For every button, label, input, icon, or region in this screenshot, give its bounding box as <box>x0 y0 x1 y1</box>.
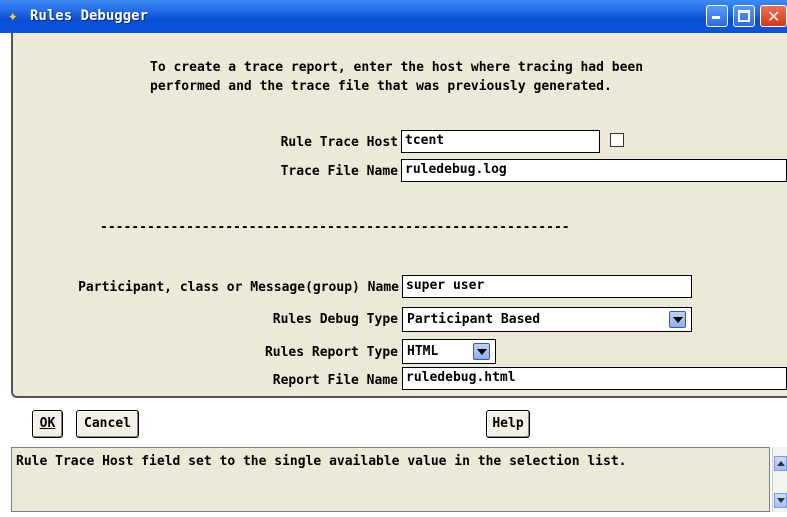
status-message: Rule Trace Host field set to the single … <box>11 447 770 512</box>
maximize-icon <box>738 10 750 22</box>
rules-report-type-label: Rules Report Type <box>264 345 398 360</box>
description: To create a trace report, enter the host… <box>150 58 770 96</box>
ok-button-label: OK <box>39 416 56 431</box>
scroll-down-icon[interactable] <box>774 493 787 508</box>
maximize-button[interactable] <box>733 5 755 27</box>
separator-line: ----------------------------------------… <box>100 220 570 235</box>
chevron-down-icon[interactable] <box>473 343 490 360</box>
report-file-name-label: Report File Name <box>272 373 398 388</box>
rules-debug-type-value: Participant Based <box>407 312 541 327</box>
rules-debug-type-select[interactable]: Participant Based <box>402 307 692 332</box>
minimize-button[interactable] <box>706 5 728 27</box>
report-file-name-field[interactable]: ruledebug.html <box>402 367 787 390</box>
rules-debug-type-label: Rules Debug Type <box>272 312 398 327</box>
window-title: Rules Debugger <box>30 8 149 24</box>
rule-trace-host-checkbox[interactable] <box>610 133 624 147</box>
ok-button[interactable]: OK <box>32 410 63 438</box>
rules-report-type-select[interactable]: HTML <box>402 339 496 364</box>
rules-report-type-value: HTML <box>407 344 439 359</box>
rules-debugger-icon: ✦ <box>8 6 18 25</box>
minimize-icon <box>712 16 720 19</box>
close-button[interactable]: ✕ <box>760 5 787 27</box>
participant-name-label: Participant, class or Message(group) Nam… <box>78 280 399 295</box>
rule-trace-host-field[interactable]: tcent <box>401 130 600 153</box>
trace-file-name-field[interactable]: ruledebug.log <box>401 159 787 182</box>
chevron-down-icon[interactable] <box>669 311 686 328</box>
participant-name-field[interactable]: super user <box>402 275 692 298</box>
description-line-2: performed and the trace file that was pr… <box>150 79 612 94</box>
trace-file-name-label: Trace File Name <box>280 164 398 179</box>
help-button[interactable]: Help <box>486 410 530 438</box>
close-icon: ✕ <box>767 7 781 26</box>
description-line-1: To create a trace report, enter the host… <box>150 60 644 75</box>
status-scrollbar[interactable] <box>772 447 787 512</box>
title-bar[interactable]: ✦ Rules Debugger ✕ <box>0 0 787 33</box>
scroll-up-icon[interactable] <box>774 456 787 471</box>
rule-trace-host-label: Rule Trace Host <box>280 135 398 150</box>
cancel-button[interactable]: Cancel <box>76 410 139 438</box>
